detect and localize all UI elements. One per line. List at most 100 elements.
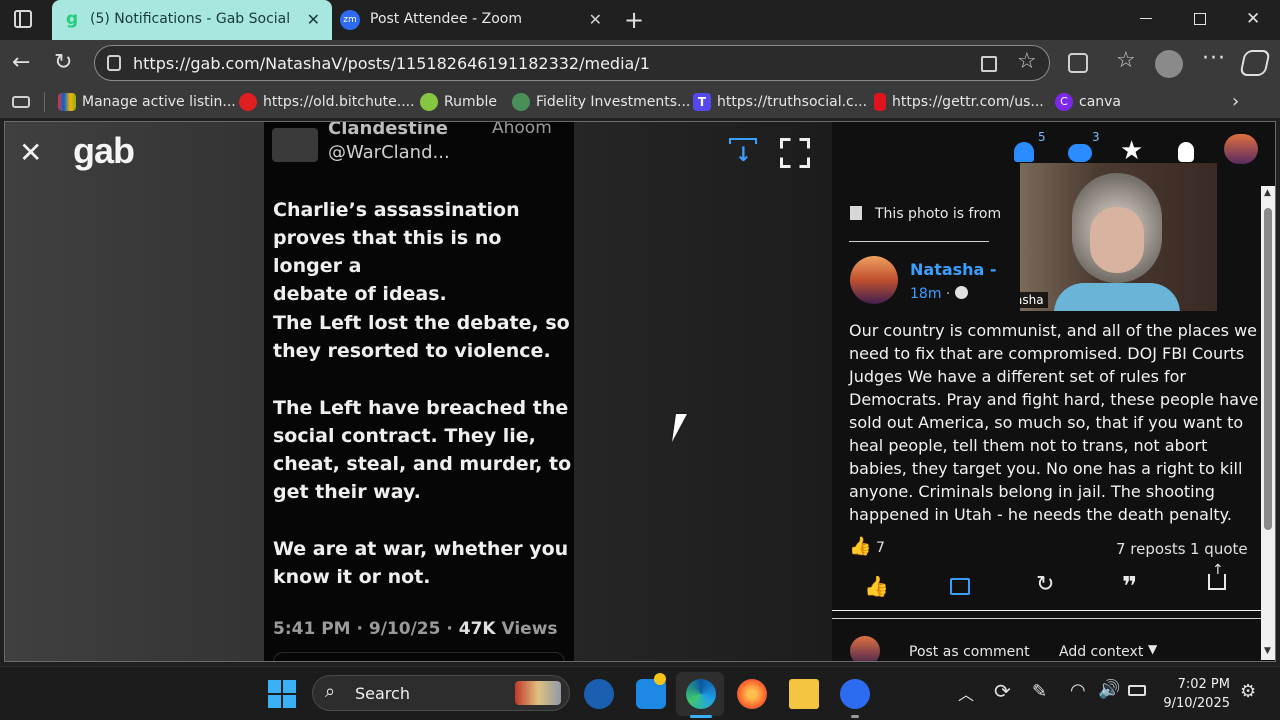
- bookmark-fidelity[interactable]: Fidelity Investments...: [512, 93, 690, 111]
- zoom-video-overlay[interactable]: Natasha: [1020, 163, 1217, 311]
- download-icon[interactable]: ↓: [729, 138, 757, 166]
- author-name[interactable]: Natasha -: [910, 260, 997, 279]
- bookmarks-bar: Manage active listin... https://old.bitc…: [0, 88, 1280, 118]
- share-button[interactable]: ↑: [1208, 562, 1226, 590]
- gab-logo[interactable]: gab: [73, 130, 135, 172]
- fullscreen-icon[interactable]: [780, 138, 810, 168]
- volume-icon[interactable]: 🔊: [1098, 679, 1120, 700]
- zoom-app-icon[interactable]: [840, 679, 870, 709]
- bookmark-bitchute[interactable]: https://old.bitchute....: [239, 93, 415, 111]
- post-as-comment-button[interactable]: Post as comment: [909, 644, 1030, 660]
- site-info-icon[interactable]: [107, 55, 121, 71]
- close-window-icon[interactable]: ✕: [1246, 9, 1260, 29]
- file-explorer-icon[interactable]: [789, 679, 819, 709]
- tab-actions-icon[interactable]: [14, 10, 32, 28]
- profile-avatar-icon[interactable]: [1155, 50, 1183, 78]
- firefox-icon[interactable]: [737, 679, 767, 709]
- extensions-icon[interactable]: [1068, 53, 1088, 73]
- scroll-down-arrow-icon[interactable]: ▼: [1264, 646, 1271, 656]
- favorites-icon[interactable]: ☆: [1116, 48, 1136, 73]
- reposts-count[interactable]: 7 reposts: [1116, 540, 1186, 558]
- participant-video: [1054, 173, 1180, 311]
- like-count[interactable]: 7: [876, 540, 885, 556]
- tweet-footer: 5:41 PM · 9/10/25 · 47K Views: [273, 619, 558, 639]
- notifications-center-icon[interactable]: ⚙: [1240, 681, 1256, 702]
- commenter-avatar: [850, 636, 880, 661]
- bookmark-canva[interactable]: C canva: [1055, 93, 1121, 111]
- quotes-count[interactable]: 1 quote: [1190, 540, 1248, 558]
- url-text: https://gab.com/NatashaV/posts/115182646…: [133, 54, 650, 73]
- gettr-icon: [874, 93, 886, 111]
- more-menu-icon[interactable]: ···: [1202, 46, 1226, 71]
- search-highlight-icon: [515, 681, 561, 705]
- copilot-icon[interactable]: [1239, 50, 1271, 76]
- lightbulb-icon[interactable]: [1178, 142, 1194, 162]
- pen-input-icon[interactable]: ✎: [1032, 681, 1047, 702]
- gab-favicon-icon: g: [66, 9, 79, 29]
- globe-icon: [954, 286, 968, 299]
- thumbs-up-reaction-icon[interactable]: 👍: [849, 536, 871, 557]
- author-avatar[interactable]: [850, 256, 898, 304]
- close-tab-icon[interactable]: ✕: [307, 10, 320, 29]
- tweet-paragraph: The Left have breached the social contrac…: [273, 397, 572, 503]
- scroll-up-arrow-icon[interactable]: ▲: [1264, 188, 1271, 198]
- new-tab-icon[interactable]: +: [624, 6, 644, 34]
- minimize-icon[interactable]: [1140, 18, 1152, 19]
- tweet-paragraph: The Left lost the debate, so they resorte…: [273, 312, 570, 362]
- media-viewer-backdrop[interactable]: ✕ gab Clandestine Ahoom @WarCland... Cha…: [5, 122, 832, 661]
- clock[interactable]: 7:02 PM 9/10/2025: [1160, 675, 1230, 713]
- tweet-handle: @WarCland...: [328, 142, 450, 163]
- notifications-bell-icon[interactable]: [1014, 142, 1034, 162]
- reading-list-icon[interactable]: [12, 96, 30, 108]
- add-context-caret-icon[interactable]: ▼: [1148, 642, 1157, 656]
- ebay-icon: [58, 93, 76, 111]
- user-avatar[interactable]: [1224, 134, 1258, 164]
- bookmark-truthsocial[interactable]: T https://truthsocial.c...: [693, 93, 867, 111]
- url-bar[interactable]: https://gab.com/NatashaV/posts/115182646…: [94, 45, 1050, 81]
- chat-icon[interactable]: [1068, 144, 1092, 162]
- sync-icon[interactable]: ⟳: [994, 679, 1011, 703]
- app-available-icon[interactable]: [981, 56, 997, 72]
- get-help-app-icon[interactable]: [636, 673, 666, 709]
- clock-time: 7:02 PM: [1177, 677, 1230, 692]
- tab-zoom[interactable]: zm Post Attendee - Zoom ✕: [332, 0, 612, 40]
- close-tab-icon[interactable]: ✕: [589, 10, 602, 29]
- bookmark-manage-listings[interactable]: Manage active listin...: [58, 93, 236, 111]
- restore-icon[interactable]: [1194, 13, 1206, 25]
- canva-icon: C: [1055, 93, 1073, 111]
- battery-icon[interactable]: [1128, 685, 1146, 696]
- favorites-star-icon[interactable]: ★: [1120, 136, 1143, 166]
- search-label: Search: [355, 684, 410, 703]
- favorite-star-icon[interactable]: ☆: [1017, 49, 1037, 74]
- start-windows-icon[interactable]: [268, 680, 296, 708]
- zoom-running-indicator: [851, 715, 859, 718]
- back-icon[interactable]: ←: [12, 50, 30, 75]
- close-media-icon[interactable]: ✕: [19, 136, 42, 169]
- bookmark-label: https://gettr.com/us...: [892, 94, 1044, 110]
- edge-browser-icon[interactable]: [686, 679, 716, 709]
- add-context-dropdown[interactable]: Add context: [1059, 644, 1143, 660]
- tweet-paragraph: Charlie’s assassination proves that this …: [273, 199, 520, 305]
- post-time[interactable]: 18m: [910, 286, 941, 302]
- windows-taskbar: ⌕ Search ︿ ⟳ ✎ ◠ 🔊 7:02 PM 9/10/2025 ⚙: [0, 666, 1280, 720]
- show-hidden-icons-chevron-icon[interactable]: ︿: [958, 681, 974, 705]
- panel-scrollbar[interactable]: ▲ ▼: [1261, 186, 1275, 660]
- rumble-icon: [420, 93, 438, 111]
- search-icon: ⌕: [325, 681, 336, 702]
- more-bookmarks-chevron-icon[interactable]: ›: [1232, 91, 1239, 112]
- post-body: Our country is communist, and all of the…: [849, 321, 1259, 524]
- comment-button[interactable]: [950, 578, 970, 595]
- bookmark-gettr[interactable]: https://gettr.com/us...: [874, 93, 1044, 111]
- bookmark-rumble[interactable]: Rumble: [420, 93, 497, 111]
- hp-app-icon[interactable]: [584, 679, 614, 709]
- scroll-thumb[interactable]: [1264, 208, 1272, 530]
- bookmark-label: Manage active listin...: [82, 94, 236, 110]
- refresh-icon[interactable]: ↻: [54, 50, 72, 75]
- quote-button[interactable]: ❞: [1122, 572, 1137, 602]
- like-button[interactable]: 👍: [864, 574, 889, 598]
- repost-button[interactable]: ↻: [1036, 572, 1054, 597]
- taskbar-search-box[interactable]: ⌕ Search: [312, 675, 570, 711]
- tab-gab-notifications[interactable]: g (5) Notifications - Gab Social ✕: [52, 0, 332, 40]
- wifi-icon[interactable]: ◠: [1070, 680, 1086, 701]
- edge-active-indicator: [690, 715, 712, 718]
